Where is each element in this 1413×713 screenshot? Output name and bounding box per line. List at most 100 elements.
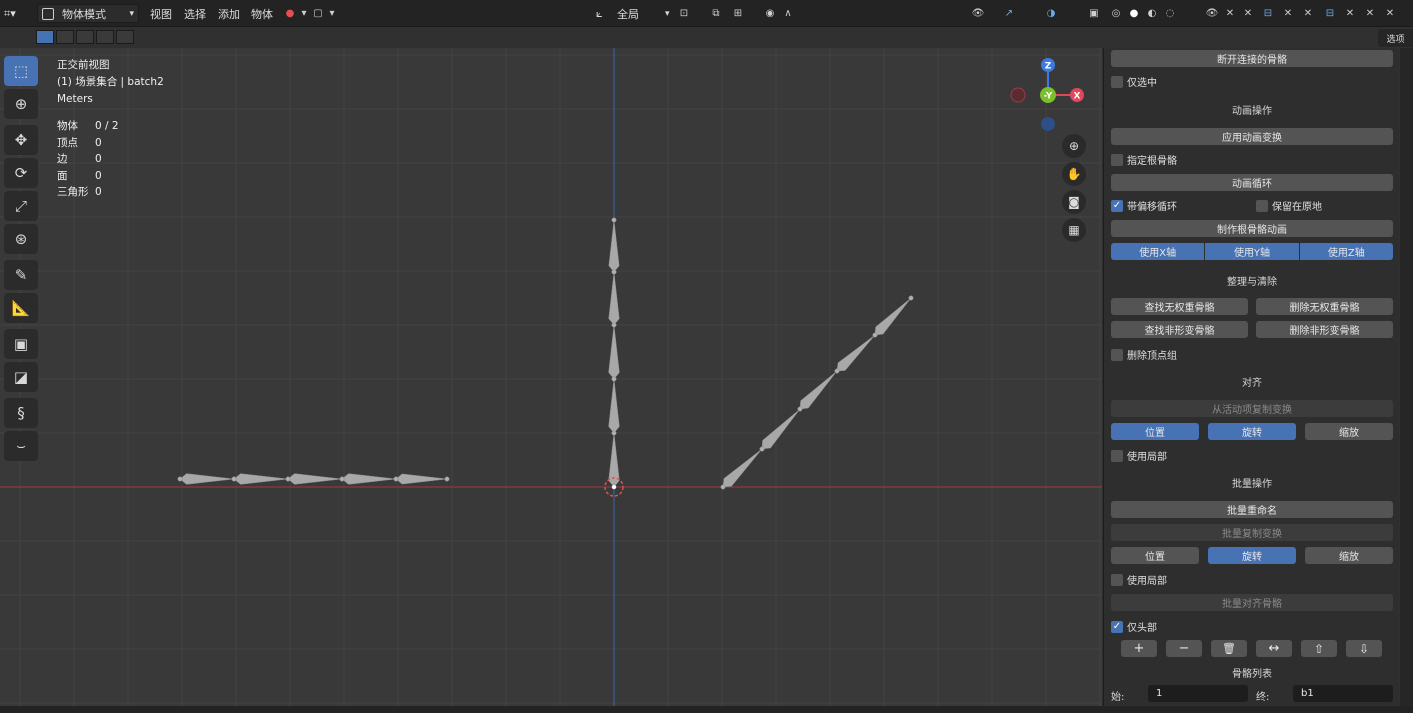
scale-toggle-2[interactable]: 缩放 <box>1305 547 1393 564</box>
rotate-tool[interactable]: ⟳ <box>4 158 38 188</box>
menu-add[interactable]: 添加 <box>218 4 240 23</box>
snap-target-icon[interactable]: ⊞ <box>730 5 746 21</box>
overlay-toggle-icon[interactable]: ◑ <box>1043 5 1059 21</box>
batch-copy-transform-button[interactable]: 批量复制变换 <box>1111 524 1393 541</box>
mode-dropdown[interactable]: 物体模式 ▾ <box>37 4 139 23</box>
disconnect-bones-button[interactable]: 断开连接的骨骼 <box>1111 50 1393 67</box>
orientation-dropdown[interactable]: 全局 ▾ <box>617 4 670 23</box>
move-tool[interactable]: ✥ <box>4 125 38 155</box>
delete-no-weight-button[interactable]: 删除无权重骨骼 <box>1256 298 1393 315</box>
use-z-button[interactable]: 使用Z轴 <box>1299 243 1393 260</box>
bone-joint[interactable] <box>393 476 399 482</box>
solid-shading-icon[interactable]: ● <box>1126 5 1142 21</box>
location-toggle-1[interactable]: 位置 <box>1111 423 1199 440</box>
bone-joint[interactable] <box>611 322 617 328</box>
use-local-checkbox-1[interactable]: 使用局部 <box>1111 448 1167 463</box>
bone-joint[interactable] <box>177 476 183 482</box>
material-shading-icon[interactable]: ◐ <box>1144 5 1160 21</box>
bone[interactable] <box>608 219 620 273</box>
bone-joint[interactable] <box>797 406 803 412</box>
neg-x-axis-icon[interactable] <box>1010 87 1026 103</box>
menu-object[interactable]: 物体 <box>251 4 273 23</box>
rotation-toggle-1[interactable]: 旋转 <box>1208 423 1296 440</box>
rendered-shading-icon[interactable]: ◌ <box>1162 5 1178 21</box>
eye-icon[interactable]: 👁 <box>1204 5 1220 21</box>
only-selected-checkbox[interactable]: 仅选中 <box>1111 74 1157 89</box>
swap-button[interactable]: ↔ <box>1256 640 1292 657</box>
xray-icon[interactable]: ▣ <box>1086 5 1102 21</box>
select-new-icon[interactable] <box>36 30 54 44</box>
loop-with-offset-checkbox[interactable]: ✓ 带偏移循环 <box>1111 198 1177 213</box>
close-icon[interactable]: ✕ <box>1342 5 1358 21</box>
bone-joint[interactable] <box>285 476 291 482</box>
3d-viewport[interactable] <box>0 48 1102 713</box>
close-icon[interactable]: ✕ <box>1240 5 1256 21</box>
bone-joint[interactable] <box>611 430 617 436</box>
assign-root-bone-checkbox[interactable]: 指定根骨骼 <box>1111 152 1177 167</box>
orientation-icon[interactable]: ⟀ <box>596 4 603 23</box>
select-subtract-icon[interactable] <box>76 30 94 44</box>
anim-loop-button[interactable]: 动画循环 <box>1111 174 1393 191</box>
bone[interactable] <box>233 473 289 485</box>
tab-options[interactable]: 选项 <box>1378 29 1413 47</box>
bone[interactable] <box>799 370 838 410</box>
bone-joint[interactable] <box>720 484 726 490</box>
cursor-tool[interactable]: ⊕ <box>4 89 38 119</box>
use-x-button[interactable]: 使用X轴 <box>1111 243 1206 260</box>
falloff-icon[interactable]: ∧ <box>780 5 796 21</box>
close-icon[interactable]: ✕ <box>1300 5 1316 21</box>
select-invert-icon[interactable] <box>96 30 114 44</box>
bone-joint[interactable] <box>908 295 914 301</box>
find-non-deform-button[interactable]: 查找非形变骨骼 <box>1111 321 1248 338</box>
delete-button[interactable]: 🗑 <box>1211 640 1247 657</box>
close-icon[interactable]: ✕ <box>1362 5 1378 21</box>
bone[interactable] <box>761 408 801 450</box>
editor-type-button[interactable]: ⌗▾ <box>4 4 16 23</box>
close-icon[interactable]: ✕ <box>1382 5 1398 21</box>
bone-joint[interactable] <box>339 476 345 482</box>
navigation-gizmo[interactable]: Z X -Y <box>1008 56 1088 132</box>
smooth-tool[interactable]: § <box>4 398 38 428</box>
delete-vertex-groups-checkbox[interactable]: 删除顶点组 <box>1111 347 1177 362</box>
toggle-icon[interactable]: ⊟ <box>1322 5 1338 21</box>
remove-button[interactable]: − <box>1166 640 1202 657</box>
batch-rename-button[interactable]: 批量重命名 <box>1111 501 1393 518</box>
gizmo-toggle-icon[interactable]: ↗ <box>1001 5 1017 21</box>
delete-non-deform-button[interactable]: 删除非形变骨骼 <box>1256 321 1393 338</box>
shrink-tool[interactable]: ◪ <box>4 362 38 392</box>
find-no-weight-button[interactable]: 查找无权重骨骼 <box>1111 298 1248 315</box>
make-root-anim-button[interactable]: 制作根骨骼动画 <box>1111 220 1393 237</box>
use-local-checkbox-2[interactable]: 使用局部 <box>1111 572 1167 587</box>
scale-tool[interactable]: ⤢ <box>4 191 38 221</box>
bone-joint[interactable] <box>611 269 617 275</box>
bone[interactable] <box>608 271 620 326</box>
wireframe-shading-icon[interactable]: ◎ <box>1108 5 1124 21</box>
grid-toggle-icon[interactable]: ▦ <box>1062 218 1086 242</box>
end-field[interactable]: b1 <box>1293 685 1393 702</box>
bone[interactable] <box>179 473 235 485</box>
copy-from-active-button[interactable]: 从活动项复制变换 <box>1111 400 1393 417</box>
measure-tool[interactable]: 📐 <box>4 293 38 323</box>
batch-align-bones-button[interactable]: 批量对齐骨骼 <box>1111 594 1393 611</box>
bone-joint[interactable] <box>231 476 237 482</box>
bone[interactable] <box>836 334 876 372</box>
add-cube-tool[interactable]: ▣ <box>4 329 38 359</box>
heads-only-checkbox[interactable]: ✓ 仅头部 <box>1111 619 1157 634</box>
bone[interactable] <box>608 378 620 434</box>
select-intersect-icon[interactable] <box>116 30 134 44</box>
use-y-button[interactable]: 使用Y轴 <box>1205 243 1300 260</box>
bone-joint[interactable] <box>611 217 617 223</box>
rotation-toggle-2[interactable]: 旋转 <box>1208 547 1296 564</box>
menu-view[interactable]: 视图 <box>150 4 172 23</box>
close-icon[interactable]: ✕ <box>1222 5 1238 21</box>
bone-joint[interactable] <box>444 476 450 482</box>
visibility-icon[interactable]: 👁 <box>970 5 986 21</box>
bone[interactable] <box>287 473 343 485</box>
bone[interactable] <box>395 473 448 485</box>
select-box-tool[interactable]: ⬚ <box>4 56 38 86</box>
import-button[interactable]: ⇩ <box>1346 640 1382 657</box>
add-button[interactable]: + <box>1121 640 1157 657</box>
proportional-edit-icon[interactable]: ◉ <box>762 5 778 21</box>
bone-joint[interactable] <box>759 446 765 452</box>
zoom-icon[interactable]: ⊕ <box>1062 134 1086 158</box>
